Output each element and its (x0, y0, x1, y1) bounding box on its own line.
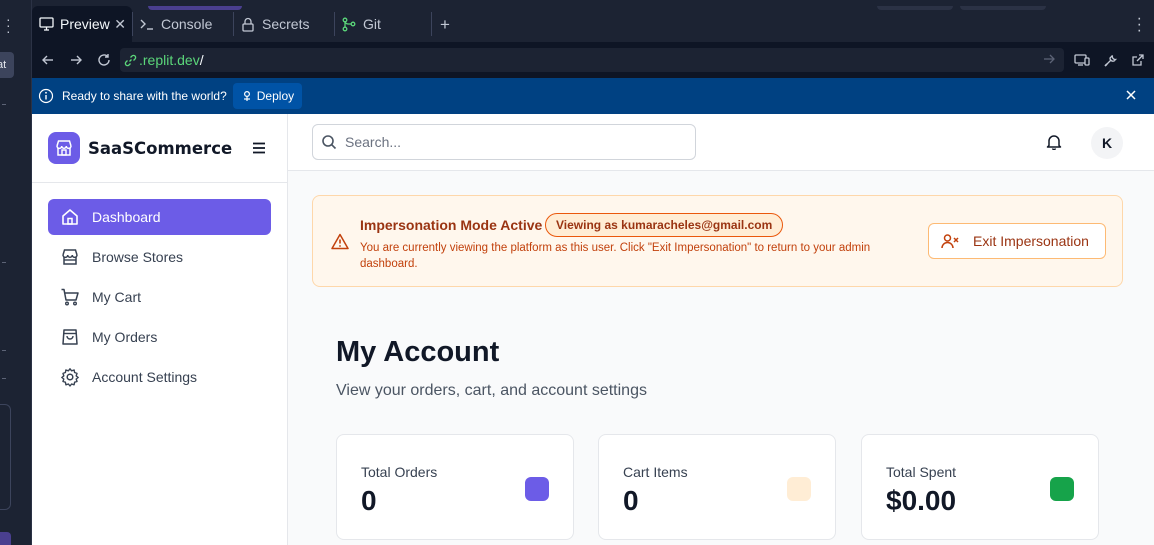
impersonation-description: You are currently viewing the platform a… (360, 242, 871, 270)
ide-tab-bar: Preview ✕ Console Secrets Git + · · · (32, 6, 1154, 42)
stat-label: Total Spent (886, 464, 957, 480)
bell-icon[interactable] (1046, 133, 1062, 155)
sidebar-item-label: Account Settings (92, 369, 198, 385)
search-icon (321, 134, 337, 150)
left-panel-bottom-chip[interactable] (0, 532, 11, 545)
tab-secrets[interactable]: Secrets (234, 6, 334, 42)
impersonation-badge: Viewing as kumaracheles@gmail.com (545, 213, 784, 237)
sidebar-item-account-settings[interactable]: Account Settings (48, 359, 271, 395)
tab-git[interactable]: Git (335, 6, 431, 42)
stat-color-icon (787, 477, 811, 501)
sidebar-item-my-cart[interactable]: My Cart (48, 279, 271, 315)
reload-icon[interactable] (92, 48, 116, 72)
app-preview: SaaSCommerce Dashboard Browse Stores My … (32, 114, 1154, 545)
search-input[interactable] (345, 134, 665, 150)
external-link-icon[interactable] (1126, 48, 1150, 72)
brand-name: SaaSCommerce (88, 138, 233, 158)
left-panel-tick (2, 262, 6, 263)
impersonation-alert: Impersonation Mode Active Viewing as kum… (312, 195, 1123, 287)
banner-message: Ready to share with the world? (62, 89, 227, 103)
ide-left-panel: · · · at (0, 0, 32, 545)
bag-icon (60, 327, 80, 347)
monitor-icon (38, 16, 54, 32)
lock-icon (240, 16, 256, 32)
left-panel-chip[interactable]: at (0, 52, 14, 78)
stat-value: 0 (623, 485, 639, 516)
gear-icon (60, 367, 80, 387)
top-decor (960, 6, 1046, 10)
git-icon (341, 16, 357, 32)
tab-label: Console (161, 16, 213, 32)
store-logo-icon[interactable] (48, 132, 80, 164)
sidebar-item-label: Dashboard (92, 209, 161, 225)
page-subtitle: View your orders, cart, and account sett… (336, 382, 647, 399)
stat-color-icon (525, 477, 549, 501)
sidebar-item-dashboard[interactable]: Dashboard (48, 199, 271, 235)
deploy-banner: Ready to share with the world? Deploy (32, 78, 1154, 114)
info-icon (38, 88, 54, 104)
url-tools (1070, 48, 1150, 72)
devices-icon[interactable] (1070, 48, 1094, 72)
stat-label: Cart Items (623, 464, 688, 480)
cart-icon (60, 287, 80, 307)
menu-icon[interactable] (252, 142, 266, 154)
top-decor (877, 6, 953, 10)
stat-card-cart-items: Cart Items 0 (598, 434, 836, 540)
wrench-icon[interactable] (1098, 48, 1122, 72)
tab-divider (431, 12, 432, 36)
sidebar-item-label: My Cart (92, 289, 141, 305)
back-arrow-icon[interactable] (36, 48, 60, 72)
tab-label: Preview (60, 16, 110, 32)
user-x-icon (941, 233, 959, 249)
url-path: / (199, 52, 204, 68)
left-panel-tick (2, 378, 6, 379)
left-panel-box (0, 404, 11, 510)
sidebar-nav: Dashboard Browse Stores My Cart My Order… (48, 199, 271, 399)
sidebar-item-label: Browse Stores (92, 249, 184, 265)
exit-impersonation-label: Exit Impersonation (973, 233, 1089, 249)
stat-label: Total Orders (361, 464, 438, 480)
warning-icon (331, 233, 349, 255)
link-icon (124, 54, 137, 67)
stat-value: 0 (361, 485, 377, 516)
exit-impersonation-button[interactable]: Exit Impersonation (928, 223, 1106, 259)
stat-card-total-orders: Total Orders 0 (336, 434, 574, 540)
more-vertical-icon[interactable]: · · · (1137, 11, 1142, 39)
go-arrow-icon[interactable] (1042, 52, 1056, 69)
close-icon[interactable] (1124, 88, 1138, 105)
brand-header: SaaSCommerce (32, 114, 287, 183)
left-panel-tick (2, 350, 6, 351)
sidebar-item-my-orders[interactable]: My Orders (48, 319, 271, 355)
deploy-icon (241, 90, 253, 102)
tab-preview[interactable]: Preview ✕ (32, 6, 132, 42)
url-field[interactable]: .replit.dev / (120, 48, 1064, 72)
stat-value: $0.00 (886, 485, 957, 516)
tab-console[interactable]: Console (133, 6, 233, 42)
page-title: My Account (336, 336, 500, 368)
store-icon (60, 247, 80, 267)
more-vertical-icon[interactable]: · · · (6, 12, 11, 38)
stat-card-total-spent: Total Spent $0.00 (861, 434, 1099, 540)
top-header: K (288, 114, 1154, 171)
tab-label: Git (363, 16, 381, 32)
home-icon (60, 207, 80, 227)
terminal-icon (139, 16, 155, 32)
sidebar-item-label: My Orders (92, 329, 158, 345)
stat-color-icon (1050, 477, 1074, 501)
sidebar-item-browse-stores[interactable]: Browse Stores (48, 239, 271, 275)
impersonation-title: Impersonation Mode Active (360, 217, 543, 233)
add-tab-button[interactable]: + (440, 15, 450, 35)
deploy-button[interactable]: Deploy (232, 83, 303, 109)
avatar[interactable]: K (1091, 127, 1123, 159)
forward-arrow-icon[interactable] (64, 48, 88, 72)
tab-label: Secrets (262, 16, 310, 32)
url-host: .replit.dev (139, 52, 200, 68)
deploy-label: Deploy (256, 89, 295, 103)
sidebar: SaaSCommerce Dashboard Browse Stores My … (32, 114, 288, 545)
close-icon[interactable]: ✕ (114, 16, 126, 33)
browser-url-bar: .replit.dev / (32, 42, 1154, 78)
left-panel-tick (2, 104, 6, 105)
search-box[interactable] (312, 124, 696, 160)
